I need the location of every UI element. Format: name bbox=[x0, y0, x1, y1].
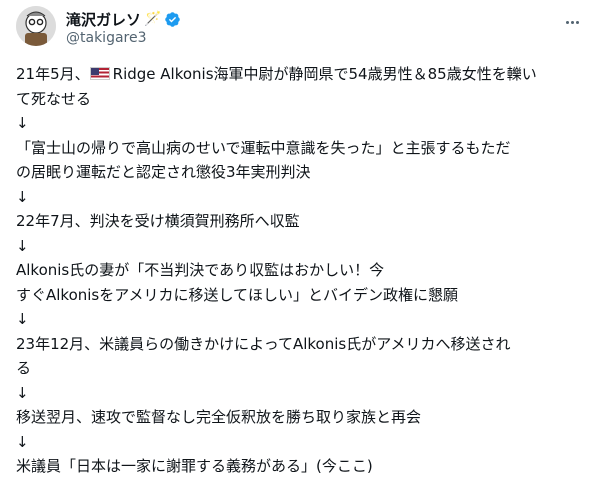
us-flag-icon bbox=[89, 67, 110, 80]
tweet-line: ↓ bbox=[16, 114, 29, 132]
tweet-line: ↓ bbox=[16, 383, 29, 402]
tweet-line: て死なせる bbox=[16, 89, 92, 108]
tweet-line: ↓ bbox=[16, 187, 29, 206]
tweet-line: 21年5月、 Ridge Alkonis海軍中尉が静岡県で54歳男性＆85歳女性を… bbox=[16, 65, 537, 83]
tweet-line: 米議員「日本は一家に謝罪する義務がある」(今ここ) bbox=[16, 457, 373, 475]
tweet-text: 21年5月、 Ridge Alkonis海軍中尉が静岡県で54歳男性＆85歳女性を… bbox=[16, 62, 582, 479]
tweet-line: ↓ bbox=[16, 236, 29, 255]
author-display-name[interactable]: 滝沢ガレソ bbox=[66, 9, 141, 30]
verified-badge-icon bbox=[165, 11, 181, 27]
more-dot-icon bbox=[575, 20, 579, 24]
avatar[interactable] bbox=[16, 6, 56, 46]
tweet-line: すぐAlkonisをアメリカに移送してほしい」とバイデン政権に懇願 bbox=[16, 285, 459, 304]
more-dot-icon bbox=[570, 20, 574, 24]
tweet-line: Alkonis氏の妻が「不当判決であり収監はおかしい！今 bbox=[16, 261, 385, 279]
avatar-illustration bbox=[16, 6, 56, 46]
author-name-row: 滝沢ガレソ 🪄 bbox=[66, 8, 181, 30]
magic-wand-icon: 🪄 bbox=[144, 11, 162, 27]
tweet-line: 「富士山の帰りで高山病のせいで運転中意識を失った」と主張するもただ bbox=[16, 138, 511, 157]
tweet-line: の居眠り運転だと認定され懲役3年実刑判決 bbox=[16, 163, 311, 181]
author-handle[interactable]: @takigare3 bbox=[66, 30, 147, 46]
tweet-line: 移送翌月、速攻で監督なし完全仮釈放を勝ち取り家族と再会 bbox=[16, 408, 422, 426]
more-options-button[interactable] bbox=[562, 12, 582, 32]
tweet-line: 22年7月、判決を受け横須賀刑務所へ収監 bbox=[16, 212, 300, 230]
tweet-line: 23年12月、米議員らの働きかけによってAlkonis氏がアメリカへ移送され bbox=[16, 334, 511, 353]
tweet-line: る bbox=[16, 359, 32, 377]
tweet-line: ↓ bbox=[16, 432, 29, 451]
more-dot-icon bbox=[565, 20, 569, 24]
tweet-line: ↓ bbox=[16, 310, 29, 328]
